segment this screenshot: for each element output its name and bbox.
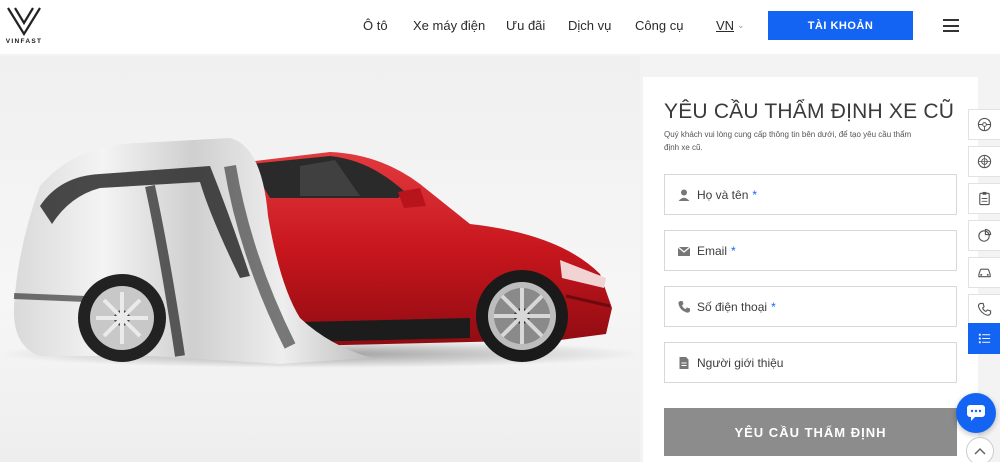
- scroll-to-top-icon[interactable]: [966, 437, 994, 462]
- nav-item-xe-may-dien[interactable]: Xe máy điện: [413, 18, 485, 33]
- user-icon: [677, 188, 691, 202]
- car-icon[interactable]: [968, 257, 1000, 288]
- mail-icon: [677, 244, 691, 258]
- email-field[interactable]: Email *: [664, 230, 957, 271]
- submit-appraisal-button[interactable]: YÊU CẦU THẨM ĐỊNH: [664, 408, 957, 456]
- chevron-down-icon: ⌄: [737, 20, 745, 30]
- nav-item-uu-dai[interactable]: Ưu đãi: [506, 18, 545, 33]
- form-title: YÊU CẦU THẨM ĐỊNH XE CŨ: [664, 100, 955, 123]
- form-subtitle: Quý khách vui lòng cung cấp thông tin bê…: [664, 130, 912, 152]
- nav-item-dich-vu[interactable]: Dịch vụ: [568, 18, 611, 33]
- hero-car-image: [0, 56, 640, 462]
- hamburger-menu-icon[interactable]: [943, 19, 959, 32]
- phone-label: Số điện thoại: [697, 299, 768, 314]
- language-selector[interactable]: VN: [716, 18, 734, 33]
- vinfast-logo[interactable]: VINFAST: [2, 6, 46, 48]
- phone-field[interactable]: Số điện thoại *: [664, 286, 957, 327]
- full-name-field[interactable]: Họ và tên *: [664, 174, 957, 215]
- steering-wheel-icon[interactable]: [968, 109, 1000, 140]
- phone-icon: [677, 300, 691, 314]
- email-label: Email: [697, 243, 728, 258]
- logo-text: VINFAST: [5, 38, 43, 45]
- nav-item-cong-cu[interactable]: Công cụ: [635, 18, 683, 33]
- full-name-label: Họ và tên: [697, 187, 749, 202]
- vinfast-logo-icon: [7, 7, 41, 36]
- document-icon: [677, 356, 691, 370]
- nav-item-oto[interactable]: Ô tô: [363, 18, 388, 33]
- account-button[interactable]: TÀI KHOẢN: [768, 11, 913, 40]
- wheel-icon[interactable]: [968, 146, 1000, 177]
- list-icon[interactable]: [968, 323, 1000, 354]
- car-illustration: [0, 138, 640, 368]
- phone-icon[interactable]: [968, 294, 1000, 325]
- pie-chart-icon[interactable]: [968, 220, 1000, 251]
- clipboard-icon[interactable]: [968, 183, 1000, 214]
- required-mark: *: [731, 243, 736, 258]
- chat-icon[interactable]: [956, 393, 996, 433]
- required-mark: *: [752, 187, 758, 202]
- appraisal-form-panel: YÊU CẦU THẨM ĐỊNH XE CŨ Quý khách vui lò…: [643, 77, 978, 462]
- referrer-label: Người giới thiệu: [697, 355, 784, 370]
- referrer-field[interactable]: Người giới thiệu: [664, 342, 957, 383]
- required-mark: *: [771, 299, 776, 314]
- site-header: VINFAST Ô tô Xe máy điện Ưu đãi Dịch vụ …: [0, 0, 1000, 54]
